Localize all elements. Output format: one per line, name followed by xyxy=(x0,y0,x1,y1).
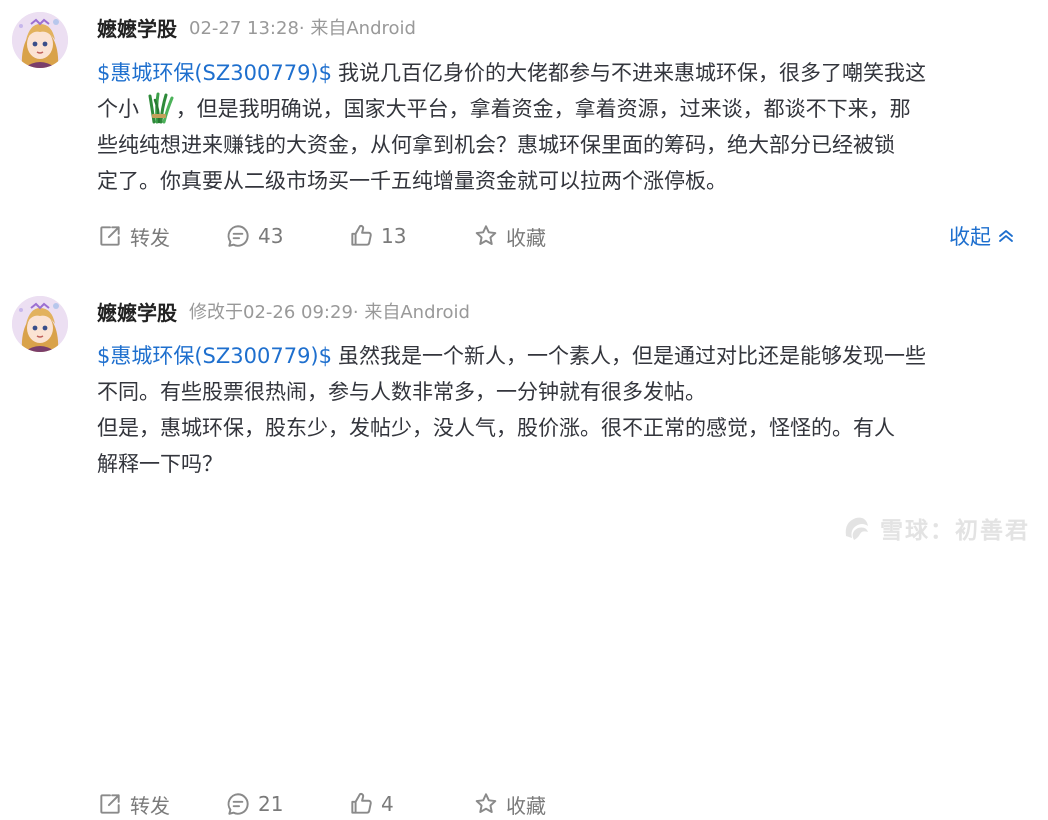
text-segment: 虽然我是一个新人，一个素人，但是通过对比还是能够发现一些 xyxy=(338,344,926,368)
text-line: 些纯纯想进来赚钱的大资金，从何拿到机会？惠城环保里面的筹码，绝大部分已经被锁 xyxy=(97,133,895,157)
collapse-label: 收起 xyxy=(949,225,991,249)
post-header: 嬷嬷学股 修改于02-26 09:29· 来自Android xyxy=(97,296,470,326)
stock-link[interactable]: $惠城环保(SZ300779)$ xyxy=(97,344,332,368)
comment-icon xyxy=(227,225,249,247)
favorite-label: 收藏 xyxy=(506,225,546,250)
comment-button[interactable]: 43 xyxy=(225,220,283,252)
text-line: 不同。有些股票很热闹，参与人数非常多，一分钟就有很多发帖。 xyxy=(97,380,706,404)
comment-count: 21 xyxy=(258,792,284,816)
text-line: $惠城环保(SZ300779)$ 虽然我是一个新人，一个素人，但是通过对比还是能够… xyxy=(97,338,1027,374)
thumbs-up-icon xyxy=(351,225,372,246)
post-meta: 修改于02-26 09:29· 来自Android xyxy=(189,302,470,323)
avatar[interactable] xyxy=(12,296,68,352)
repost-button[interactable]: 转发 xyxy=(97,220,170,252)
share-icon xyxy=(100,226,120,246)
text-line: $惠城环保(SZ300779)$ 我说几百亿身价的大佬都参与不进来惠城环保，很多了… xyxy=(97,55,1027,91)
thumbs-up-icon xyxy=(351,793,372,814)
text-line: 解释一下吗？ xyxy=(97,452,223,476)
repost-label: 转发 xyxy=(130,793,170,818)
text-segment: ，但是我明确说，国家大平台，拿着资金，拿着资源，过来谈，都谈不下来，那 xyxy=(175,97,911,121)
chives-icon xyxy=(146,92,176,124)
snowball-logo-icon xyxy=(845,517,868,540)
chevron-up-icon xyxy=(999,230,1013,242)
stock-link[interactable]: $惠城环保(SZ300779)$ xyxy=(97,61,332,85)
favorite-button[interactable]: 收藏 xyxy=(473,788,546,820)
author-name[interactable]: 嬷嬷学股 xyxy=(97,13,177,42)
post-body: $惠城环保(SZ300779)$ 我说几百亿身价的大佬都参与不进来惠城环保，很多了… xyxy=(97,55,1027,199)
post-header: 嬷嬷学股 02-27 13:28· 来自Android xyxy=(97,12,416,42)
like-count: 4 xyxy=(381,792,394,816)
repost-button[interactable]: 转发 xyxy=(97,788,170,820)
post-actions: 转发 21 4 收藏 xyxy=(97,788,1027,820)
text-segment: 我说几百亿身价的大佬都参与不进来惠城环保，很多了嘲笑我这 xyxy=(338,61,926,85)
text-line: 定了。你真要从二级市场买一千五纯增量资金就可以拉两个涨停板。 xyxy=(97,169,727,193)
collapse-button[interactable]: 收起 xyxy=(949,220,1015,252)
post-meta: 02-27 13:28· 来自Android xyxy=(189,18,416,39)
like-button[interactable]: 13 xyxy=(348,220,406,252)
text-line: 但是，惠城环保，股东少，发帖少，没人气，股价涨。很不正常的感觉，怪怪的。有人 xyxy=(97,416,895,440)
like-count: 13 xyxy=(381,224,407,248)
star-icon xyxy=(475,225,497,245)
avatar[interactable] xyxy=(12,12,68,68)
post-body: $惠城环保(SZ300779)$ 虽然我是一个新人，一个素人，但是通过对比还是能够… xyxy=(97,338,1027,482)
share-icon xyxy=(100,794,120,814)
post-actions: 转发 43 13 收藏 收起 xyxy=(97,220,1027,252)
favorite-label: 收藏 xyxy=(506,793,546,818)
favorite-button[interactable]: 收藏 xyxy=(473,220,546,252)
text-line: 个小 ，但是我明确说，国家大平台，拿着资金，拿着资源，过来谈，都谈不下来，那 xyxy=(97,91,1027,127)
text-segment: 个小 xyxy=(97,97,139,121)
repost-label: 转发 xyxy=(130,225,170,250)
comment-count: 43 xyxy=(258,224,284,248)
star-icon xyxy=(475,793,497,813)
comment-icon xyxy=(227,793,249,815)
like-button[interactable]: 4 xyxy=(348,788,394,820)
watermark: 雪球：初善君 xyxy=(840,511,1030,545)
author-name[interactable]: 嬷嬷学股 xyxy=(97,297,177,326)
watermark-text: 雪球：初善君 xyxy=(880,518,1030,544)
comment-button[interactable]: 21 xyxy=(225,788,283,820)
